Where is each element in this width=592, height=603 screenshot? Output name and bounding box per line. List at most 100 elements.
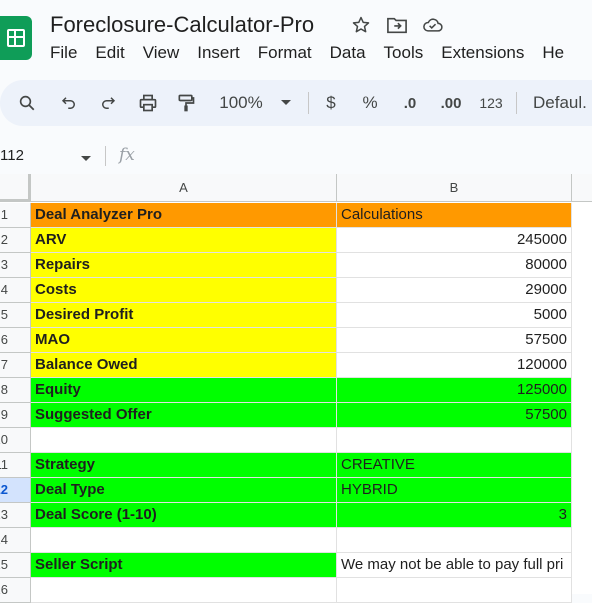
column-header-b[interactable]: B (337, 174, 572, 202)
paint-format-icon[interactable] (173, 80, 199, 126)
menu-bar: File Edit View Insert Format Data Tools … (50, 43, 582, 63)
cell-b[interactable]: 29000 (337, 278, 572, 303)
cell-b[interactable]: 3 (337, 503, 572, 528)
cell-a[interactable]: Desired Profit (31, 303, 337, 328)
search-menus-icon[interactable] (14, 80, 40, 126)
row-header[interactable]: 15 (0, 553, 31, 578)
cell-b[interactable] (337, 528, 572, 553)
cell-b[interactable] (337, 578, 572, 603)
redo-icon[interactable] (95, 80, 121, 126)
cell-a[interactable]: Deal Type (31, 478, 337, 503)
menu-extensions[interactable]: Extensions (441, 43, 524, 63)
row-number: 1 (0, 207, 8, 222)
row-number: 7 (0, 357, 8, 372)
row-header[interactable]: 8 (0, 378, 31, 403)
cell-b[interactable]: 120000 (337, 353, 572, 378)
row-header[interactable]: 5 (0, 303, 31, 328)
decrease-decimal-button[interactable]: .0 (396, 80, 424, 126)
fx-icon: fx (119, 145, 135, 165)
column-header-c[interactable] (572, 174, 592, 202)
cell-b[interactable]: 125000 (337, 378, 572, 403)
row-number: 11 (0, 457, 8, 472)
menu-edit[interactable]: Edit (95, 43, 124, 63)
row-header[interactable]: 2 (0, 228, 31, 253)
undo-icon[interactable] (56, 80, 82, 126)
cell-a[interactable]: Strategy (31, 453, 337, 478)
cell-b[interactable]: We may not be able to pay full pri (337, 553, 572, 578)
name-box-dropdown-icon[interactable] (80, 150, 92, 168)
cell-b[interactable]: 57500 (337, 328, 572, 353)
cell-a[interactable]: Suggested Offer (31, 403, 337, 428)
cell-b[interactable]: 80000 (337, 253, 572, 278)
cell-a[interactable]: Repairs (31, 253, 337, 278)
row-header[interactable]: 3 (0, 253, 31, 278)
currency-format-button[interactable]: $ (320, 80, 342, 126)
cell-a[interactable] (31, 528, 337, 553)
cell-a[interactable]: Deal Score (1-10) (31, 503, 337, 528)
menu-file[interactable]: File (50, 43, 77, 63)
star-icon[interactable] (350, 14, 372, 36)
row-header[interactable]: 7 (0, 353, 31, 378)
select-all-corner[interactable] (0, 174, 31, 202)
row-header[interactable]: 13 (0, 503, 31, 528)
row-number: 13 (0, 507, 8, 522)
cell-b[interactable] (337, 428, 572, 453)
row-header[interactable]: 14 (0, 528, 31, 553)
menu-insert[interactable]: Insert (197, 43, 240, 63)
row-header[interactable]: 11 (0, 453, 31, 478)
spreadsheet-grid[interactable]: A B 1 Deal Analyzer Pro Calculations 2 ARV 24… (0, 174, 592, 603)
cell-a[interactable]: Costs (31, 278, 337, 303)
row-header[interactable]: 12 (0, 478, 31, 503)
formula-bar: 112 fx (0, 140, 592, 172)
row-number: 15 (0, 557, 8, 572)
row-header[interactable]: 10 (0, 428, 31, 453)
cell-a[interactable]: MAO (31, 328, 337, 353)
row-header[interactable]: 1 (0, 203, 31, 228)
cell-a[interactable]: Equity (31, 378, 337, 403)
row-header[interactable]: 9 (0, 403, 31, 428)
row-number: 16 (0, 582, 8, 597)
menu-help[interactable]: He (542, 43, 564, 63)
document-title[interactable]: Foreclosure-Calculator-Pro (50, 12, 314, 38)
row-number: 4 (0, 282, 8, 297)
menu-format[interactable]: Format (258, 43, 312, 63)
column-header-a[interactable]: A (31, 174, 337, 202)
menu-data[interactable]: Data (330, 43, 366, 63)
font-select[interactable]: Defaul. (533, 80, 592, 126)
zoom-dropdown-icon[interactable] (276, 80, 296, 126)
row-number: 5 (0, 307, 8, 322)
name-box[interactable]: 112 (0, 147, 24, 164)
cell-b[interactable]: HYBRID (337, 478, 572, 503)
increase-decimal-label: .00 (440, 94, 462, 112)
increase-decimal-button[interactable]: .00 (437, 80, 465, 126)
row-number: 8 (0, 382, 8, 397)
cell-b[interactable]: Calculations (337, 203, 572, 228)
cell-a[interactable]: Balance Owed (31, 353, 337, 378)
row-number: 10 (0, 432, 8, 447)
cell-b[interactable]: 245000 (337, 228, 572, 253)
cell-a[interactable]: ARV (31, 228, 337, 253)
move-to-folder-icon[interactable] (386, 14, 408, 36)
row-header[interactable]: 16 (0, 578, 31, 603)
cell-a[interactable]: Seller Script (31, 553, 337, 578)
cell-b[interactable]: 5000 (337, 303, 572, 328)
row-number: 3 (0, 257, 8, 272)
toolbar: 100% $ % .0 .00 123 Defaul. (0, 80, 592, 126)
menu-view[interactable]: View (143, 43, 180, 63)
cell-a[interactable] (31, 428, 337, 453)
menu-tools[interactable]: Tools (384, 43, 424, 63)
percent-format-button[interactable]: % (359, 80, 381, 126)
more-formats-button[interactable]: 123 (476, 80, 506, 126)
cloud-saved-icon[interactable] (422, 14, 444, 36)
sheets-logo-icon[interactable] (0, 16, 32, 60)
row-number: 2 (0, 232, 8, 247)
cell-a[interactable]: Deal Analyzer Pro (31, 203, 337, 228)
cell-a[interactable] (31, 578, 337, 603)
row-number: 6 (0, 332, 8, 347)
print-icon[interactable] (135, 80, 161, 126)
cell-b[interactable]: CREATIVE (337, 453, 572, 478)
cell-b[interactable]: 57500 (337, 403, 572, 428)
zoom-select[interactable]: 100% (214, 80, 268, 126)
row-header[interactable]: 4 (0, 278, 31, 303)
row-header[interactable]: 6 (0, 328, 31, 353)
